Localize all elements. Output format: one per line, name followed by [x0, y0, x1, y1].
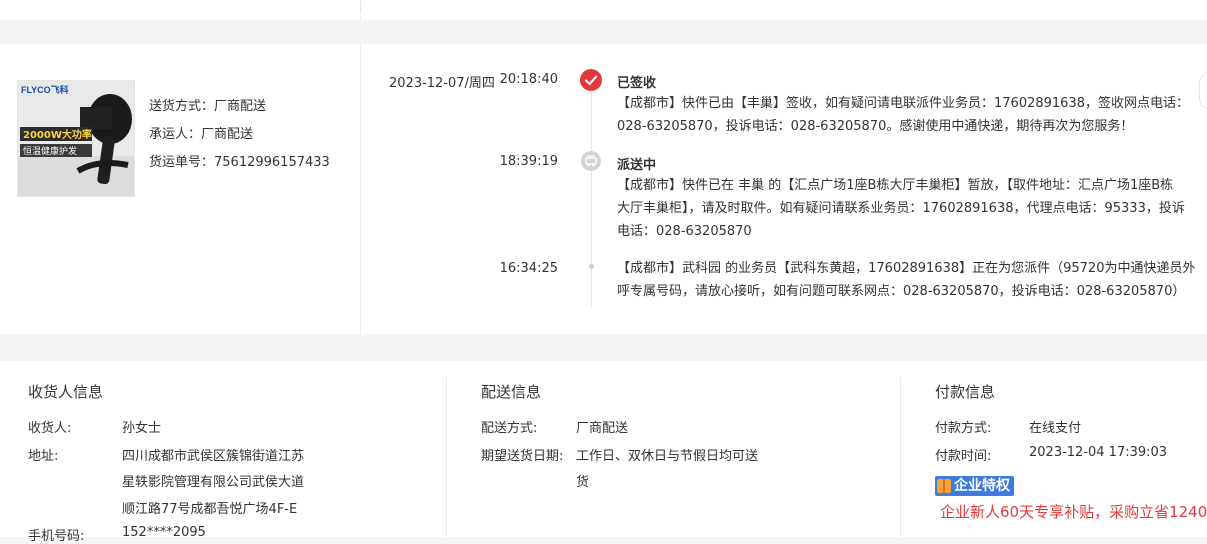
- event-desc-line: 电话：028-63205870: [617, 224, 752, 239]
- brand-text: FLYCO飞科: [21, 84, 69, 95]
- event-time: 20:18:40: [499, 72, 558, 87]
- delivery-date-line: 工作日、双休日与节假日均可送: [576, 449, 759, 464]
- next-page-button[interactable]: [1199, 72, 1207, 110]
- phone-label: 手机号码:: [28, 529, 85, 544]
- address-line: 星轶影院管理有限公司武侯大道: [122, 475, 305, 490]
- timeline-line: [591, 92, 592, 307]
- order-info-section: 收货人信息 收货人: 孙女士 地址: 四川成都市武侯区簇锦街道江苏 星轶影院管理…: [0, 361, 1207, 544]
- carrier-value: 厂商配送: [201, 127, 254, 142]
- consignee-title: 收货人信息: [28, 383, 104, 401]
- waybill-number: 货运单号：75612996157433: [149, 151, 330, 170]
- event-status: 派送中: [617, 158, 657, 173]
- hair-dryer-image: FLYCO飞科 2000W大功率 恒温健康护发: [18, 81, 134, 196]
- payment-method-label: 付款方式:: [935, 421, 992, 436]
- product-thumbnail[interactable]: FLYCO飞科 2000W大功率 恒温健康护发: [17, 80, 135, 197]
- consignee-name-label: 收货人:: [28, 421, 72, 436]
- enterprise-badge[interactable]: 企业特权: [935, 476, 1014, 496]
- delivery-truck-icon: [581, 151, 601, 171]
- event-description: 【成都市】快件已在 丰巢 的【汇点广场1座B栋大厅丰巢柜】暂放，【取件地址：汇点…: [617, 174, 1199, 243]
- enterprise-badge-label: 企业特权: [954, 478, 1010, 494]
- shipping-method-value: 厂商配送: [214, 99, 267, 114]
- phone-value: 152****2095: [122, 525, 206, 540]
- carrier-label: 承运人：: [149, 127, 202, 142]
- address-line: 四川成都市武侯区簇锦街道江苏: [122, 449, 305, 464]
- consignee-name-value: 孙女士: [122, 421, 162, 436]
- waybill-label: 货运单号：: [149, 155, 215, 170]
- event-description: 【成都市】快件已由【丰巢】签收，如有疑问请电联派件业务员：17602891638…: [617, 92, 1199, 138]
- event-status: 已签收: [617, 76, 657, 91]
- carrier: 承运人：厂商配送: [149, 123, 253, 142]
- divider: [446, 377, 447, 537]
- payment-method-value: 在线支付: [1029, 421, 1082, 436]
- divider: [900, 377, 901, 537]
- waybill-value: 75612996157433: [214, 155, 330, 170]
- delivery-method-value: 厂商配送: [576, 421, 629, 436]
- payment-title: 付款信息: [935, 383, 996, 401]
- address-line: 顺江路77号成都吾悦广场4F-E: [122, 502, 298, 517]
- shipping-method: 送货方式：厂商配送: [149, 95, 266, 114]
- event-desc-line: 【成都市】快件已在 丰巢 的【汇点广场1座B栋大厅丰巢柜】暂放，【取件地址：汇点…: [617, 178, 1174, 193]
- shipping-method-label: 送货方式：: [149, 99, 215, 114]
- payment-time-label: 付款时间:: [935, 449, 992, 464]
- event-desc-line: 【成都市】武科园 的业务员【武科东黄超，17602891638】正在为您派件（9…: [617, 261, 1196, 276]
- event-desc-line: 【成都市】快件已由【丰巢】签收，如有疑问请电联派件业务员：17602891638…: [617, 96, 1189, 111]
- event-description: 【成都市】武科园 的业务员【武科东黄超，17602891638】正在为您派件（9…: [617, 257, 1199, 303]
- headline-text: 2000W大功率: [23, 128, 92, 141]
- divider: [360, 44, 361, 334]
- timeline-dot: [589, 264, 594, 269]
- delivery-date-label: 期望送货日期:: [481, 449, 564, 464]
- event-desc-line: 呼专属号码，请放心接听，如有问题可联系网点：028-63205870，投诉电话：…: [617, 284, 1186, 299]
- torn-edge-decoration: [0, 14, 1207, 24]
- event-time: 16:34:25: [499, 261, 558, 276]
- event-time: 18:39:19: [499, 154, 558, 169]
- address-label: 地址:: [28, 449, 59, 464]
- enterprise-promo-link[interactable]: 企业新人60天专享补贴，采购立省1240: [940, 501, 1207, 522]
- event-desc-line: 大厅丰巢柜】，请及时取件。如有疑问请联系业务员：17602891638，代理点电…: [617, 201, 1185, 216]
- gift-icon: [937, 479, 951, 493]
- delivery-title: 配送信息: [481, 383, 542, 401]
- delivery-date-line: 货: [576, 475, 590, 490]
- check-icon: [580, 69, 602, 91]
- payment-time-value: 2023-12-04 17:39:03: [1029, 445, 1168, 460]
- event-desc-line: 028-63205870，投诉电话：028-63205870。感谢使用中通快递，…: [617, 119, 1134, 134]
- tagline-text: 恒温健康护发: [23, 145, 77, 157]
- delivery-method-label: 配送方式:: [481, 421, 538, 436]
